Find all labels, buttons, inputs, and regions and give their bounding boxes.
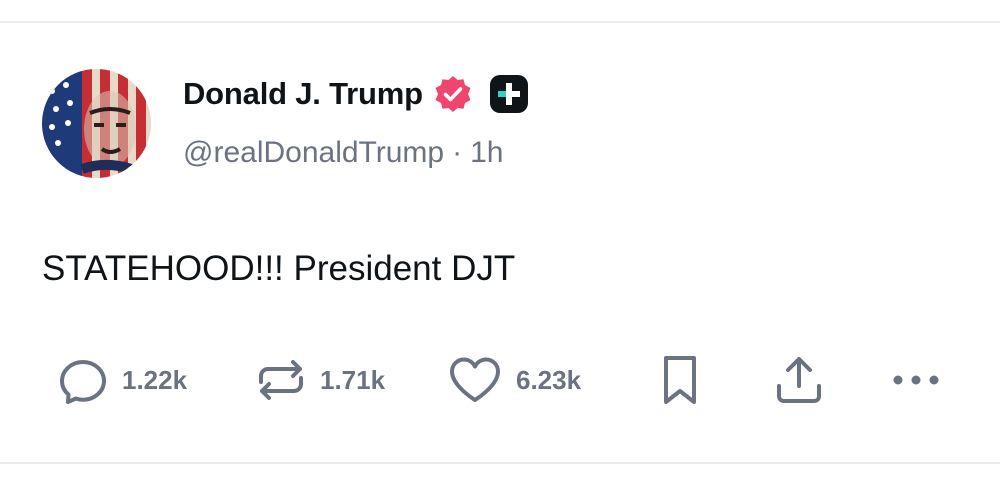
bookmark-icon	[664, 356, 696, 404]
author-row: Donald J. Trump	[183, 72, 529, 116]
post-card: Donald J. Trump @realDonaldTrump · 1h STAT…	[0, 0, 1000, 483]
author-handle[interactable]: @realDonaldTrump	[183, 136, 444, 169]
repost-icon	[259, 360, 303, 400]
handle-row: @realDonaldTrump · 1h	[183, 136, 503, 170]
action-bar: 1.22k 1.71k 6.23k	[0, 352, 1000, 412]
like-button[interactable]: 6.23k	[448, 352, 581, 408]
share-button[interactable]	[774, 352, 824, 408]
plus-badge-icon[interactable]	[489, 74, 529, 114]
post-body-text: STATEHOOD!!! President DJT	[42, 249, 516, 288]
avatar[interactable]	[42, 69, 151, 178]
bottom-divider	[0, 462, 1000, 464]
more-options-button[interactable]	[888, 352, 944, 408]
repost-count: 1.71k	[320, 364, 386, 395]
bookmark-button[interactable]	[660, 352, 700, 408]
heart-icon	[450, 357, 500, 402]
verified-badge-icon	[433, 74, 473, 114]
like-count: 6.23k	[516, 364, 582, 395]
comment-icon	[60, 360, 106, 404]
reply-count: 1.22k	[122, 364, 188, 395]
meta-separator: ·	[452, 136, 463, 169]
reply-button[interactable]: 1.22k	[58, 352, 187, 408]
more-dots-icon	[893, 375, 939, 385]
avatar-image	[42, 69, 151, 178]
top-divider	[0, 21, 1000, 23]
post-timestamp[interactable]: 1h	[470, 136, 503, 169]
display-name[interactable]: Donald J. Trump	[183, 76, 423, 112]
repost-button[interactable]: 1.71k	[256, 352, 385, 408]
share-icon	[777, 357, 821, 403]
